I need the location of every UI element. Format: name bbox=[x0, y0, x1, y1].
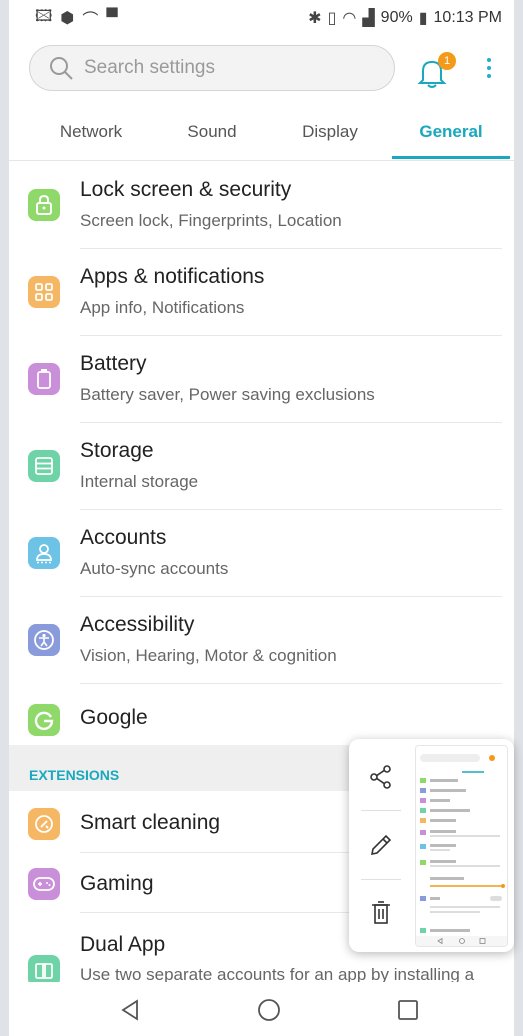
settings-item-title: Storage bbox=[80, 439, 154, 462]
settings-item-title: Battery bbox=[80, 352, 147, 375]
delete-button[interactable] bbox=[361, 893, 401, 933]
notification-badge: 1 bbox=[438, 52, 456, 70]
settings-item-lock-screen[interactable]: Lock screen & security Screen lock, Fing… bbox=[9, 162, 514, 249]
search-input[interactable]: Search settings bbox=[29, 45, 395, 91]
google-icon bbox=[28, 704, 60, 736]
tab-display[interactable]: Display bbox=[267, 108, 393, 160]
settings-item-accounts[interactable]: Accounts Auto-sync accounts bbox=[9, 510, 514, 597]
delete-icon bbox=[372, 901, 390, 924]
settings-item-subtitle: App info, Notifications bbox=[80, 298, 245, 317]
tab-network[interactable]: Network bbox=[27, 108, 155, 160]
settings-item-accessibility[interactable]: Accessibility Vision, Hearing, Motor & c… bbox=[9, 597, 514, 684]
settings-item-apps-notifications[interactable]: Apps & notifications App info, Notificat… bbox=[9, 249, 514, 336]
search-placeholder: Search settings bbox=[84, 57, 215, 78]
signal-icon: ▟ bbox=[362, 10, 375, 27]
storage-icon bbox=[28, 450, 60, 482]
notification-button[interactable]: 1 bbox=[417, 52, 456, 88]
tab-general[interactable]: General bbox=[392, 108, 510, 160]
thumbnail-image bbox=[416, 746, 507, 946]
search-icon bbox=[50, 57, 73, 80]
settings-item-subtitle: Auto-sync accounts bbox=[80, 559, 229, 578]
settings-item-storage[interactable]: Storage Internal storage bbox=[9, 423, 514, 510]
settings-item-title: Dual App bbox=[80, 933, 166, 956]
edit-pencil-icon bbox=[370, 834, 392, 856]
battery-icon: ▮ bbox=[418, 10, 428, 27]
recents-icon[interactable] bbox=[396, 998, 420, 1022]
edit-button[interactable] bbox=[361, 825, 401, 865]
screenshot-preview-panel bbox=[349, 739, 514, 952]
settings-item-battery[interactable]: Battery Battery saver, Power saving excl… bbox=[9, 336, 514, 423]
vibrate-icon: ▯ bbox=[327, 10, 337, 27]
settings-item-subtitle: Internal storage bbox=[80, 472, 199, 491]
smart-cleaning-icon bbox=[28, 808, 60, 840]
settings-item-title: Smart cleaning bbox=[80, 811, 221, 834]
tab-sound[interactable]: Sound bbox=[149, 108, 275, 160]
divider bbox=[361, 879, 401, 880]
settings-item-subtitle: Battery saver, Power saving exclusions bbox=[80, 385, 375, 404]
settings-item-subtitle: Vision, Hearing, Motor & cognition bbox=[80, 646, 337, 665]
lock-icon bbox=[28, 189, 60, 221]
home-icon[interactable] bbox=[257, 998, 281, 1022]
gamepad-icon bbox=[28, 868, 60, 900]
settings-item-title: Accessibility bbox=[80, 613, 195, 636]
tab-bar: Network Sound Display General bbox=[9, 108, 514, 161]
image-notification-icon: 🖾 bbox=[35, 7, 53, 25]
more-options-button[interactable] bbox=[481, 54, 497, 82]
screenshot-thumbnail[interactable] bbox=[415, 745, 508, 947]
app-notification-icon: ⬢ bbox=[60, 10, 75, 27]
battery-icon bbox=[28, 363, 60, 395]
share-button[interactable] bbox=[361, 757, 401, 797]
search-row: Search settings 1 bbox=[9, 44, 514, 98]
wifi-icon: ◠ bbox=[342, 10, 357, 27]
bluetooth-icon: ✱ bbox=[308, 10, 322, 27]
divider bbox=[361, 810, 401, 811]
accessibility-icon bbox=[28, 624, 60, 656]
missed-notification-icon: ⌒ bbox=[82, 12, 99, 29]
active-tab-indicator bbox=[392, 156, 510, 159]
message-notification-icon: ▀ bbox=[106, 9, 118, 26]
settings-item-title: Lock screen & security bbox=[80, 178, 292, 201]
navigation-bar bbox=[9, 982, 514, 1036]
settings-list: Lock screen & security Screen lock, Fing… bbox=[9, 162, 514, 754]
clock: 10:13 PM bbox=[433, 9, 502, 26]
settings-item-subtitle: Screen lock, Fingerprints, Location bbox=[80, 211, 342, 230]
settings-item-title: Google bbox=[80, 706, 148, 729]
apps-grid-icon bbox=[28, 276, 60, 308]
account-icon bbox=[28, 537, 60, 569]
back-icon[interactable] bbox=[118, 998, 142, 1022]
settings-item-title: Apps & notifications bbox=[80, 265, 265, 288]
settings-item-title: Gaming bbox=[80, 872, 154, 895]
battery-percent: 90% bbox=[380, 9, 413, 26]
share-icon bbox=[370, 765, 391, 789]
settings-item-title: Accounts bbox=[80, 526, 167, 549]
status-bar: 🖾 ⬢ ⌒ ▀ ✱ ▯ ◠ ▟ 90% ▮ 10:13 PM bbox=[9, 0, 514, 36]
